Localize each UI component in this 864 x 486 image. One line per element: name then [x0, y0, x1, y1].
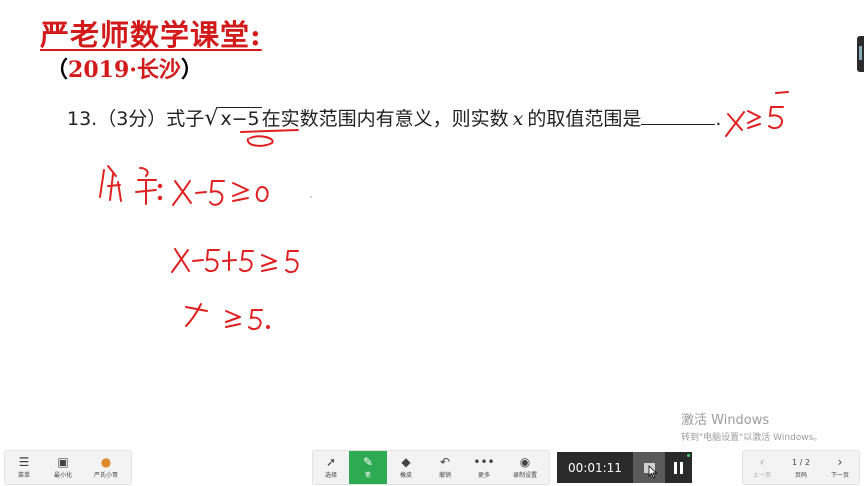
- record-settings-button[interactable]: ◉ 录制设置: [503, 451, 547, 484]
- select-tool-button[interactable]: ➚ 选择: [313, 451, 349, 484]
- avatar-icon: ●: [100, 454, 112, 469]
- page-label: 页码: [794, 471, 807, 479]
- page-indicator[interactable]: 1 / 2 页码: [781, 451, 821, 484]
- pen-tool-button[interactable]: ✎ 笔: [349, 451, 387, 484]
- answer-geq-stroke: [747, 110, 761, 129]
- pager-group: ‹ 上一页 1 / 2 页码 › 下一页: [742, 450, 860, 485]
- user-label: 严氏小哥: [93, 471, 118, 479]
- menu-button[interactable]: ☰ 菜单: [5, 451, 43, 484]
- watermark-line1: 激活 Windows: [681, 413, 770, 428]
- radicand-underline: [240, 129, 299, 133]
- windows-activation-watermark: 激活 Windows 转到"电脑设置"以激活 Windows。: [681, 409, 822, 443]
- chevron-right-icon: ›: [837, 454, 843, 469]
- side-panel-handle[interactable]: [857, 36, 864, 72]
- menu-label: 菜单: [17, 471, 30, 479]
- line1-x: [172, 180, 192, 206]
- record-settings-icon: ◉: [519, 454, 531, 469]
- select-icon: ➚: [325, 454, 337, 469]
- minimize-icon: ▣: [57, 454, 69, 469]
- radicand-mark: [246, 135, 274, 147]
- eraser-icon: ◆: [401, 454, 411, 469]
- handwriting-layer: [99, 91, 789, 331]
- undo-label: 撤销: [438, 471, 451, 479]
- whiteboard-canvas[interactable]: 严老师数学课堂: （2019·长沙） 13.（3分）式子√ x−5 在实数范围内有意…: [0, 0, 864, 445]
- bottom-toolbar: ☰ 菜单 ▣ 最小化 ● 严氏小哥 ➚ 选择 ✎ 笔 ◆ 橡皮 ↶ 撤销 •••…: [0, 445, 864, 486]
- answer-x-stroke: [725, 111, 745, 137]
- line2-x: [171, 248, 190, 273]
- record-settings-label: 录制设置: [512, 471, 537, 479]
- more-button[interactable]: ••• 更多: [465, 451, 503, 484]
- more-icon: •••: [473, 454, 495, 469]
- solve-char-stroke: [99, 165, 122, 202]
- timer-display: 00:01:11: [568, 460, 622, 475]
- chevron-left-icon: ‹: [759, 454, 765, 469]
- mouse-cursor-icon: [648, 465, 658, 479]
- next-page-button[interactable]: › 下一页: [821, 451, 859, 484]
- pen-icon: ✎: [362, 454, 374, 469]
- watermark-line2: 转到"电脑设置"以激活 Windows。: [681, 433, 823, 443]
- eraser-tool-button[interactable]: ◆ 橡皮: [387, 451, 425, 484]
- prev-page-label: 上一页: [752, 471, 771, 479]
- page-number: 1 / 2: [792, 457, 810, 467]
- minimize-button[interactable]: ▣ 最小化: [43, 451, 83, 484]
- recording-timer: 00:01:11: [557, 452, 692, 483]
- prev-page-button[interactable]: ‹ 上一页: [743, 451, 781, 484]
- pen-label: 笔: [364, 471, 371, 479]
- drawing-tools-group: ➚ 选择 ✎ 笔 ◆ 橡皮 ↶ 撤销 ••• 更多 ◉ 录制设置: [312, 450, 550, 485]
- pause-icon: [674, 461, 677, 474]
- next-page-label: 下一页: [830, 471, 849, 479]
- undo-button[interactable]: ↶ 撤销: [425, 451, 465, 484]
- line3-x: [185, 303, 208, 327]
- undo-icon: ↶: [439, 454, 451, 469]
- select-label: 选择: [324, 471, 337, 479]
- answer-5-stroke: [768, 106, 784, 130]
- left-button-group: ☰ 菜单 ▣ 最小化 ● 严氏小哥: [4, 450, 132, 485]
- minimize-label: 最小化: [53, 471, 72, 479]
- user-button[interactable]: ● 严氏小哥: [83, 451, 129, 484]
- recording-indicator-icon: [687, 454, 690, 457]
- eraser-label: 橡皮: [399, 471, 412, 479]
- more-label: 更多: [477, 471, 490, 479]
- menu-icon: ☰: [18, 454, 30, 469]
